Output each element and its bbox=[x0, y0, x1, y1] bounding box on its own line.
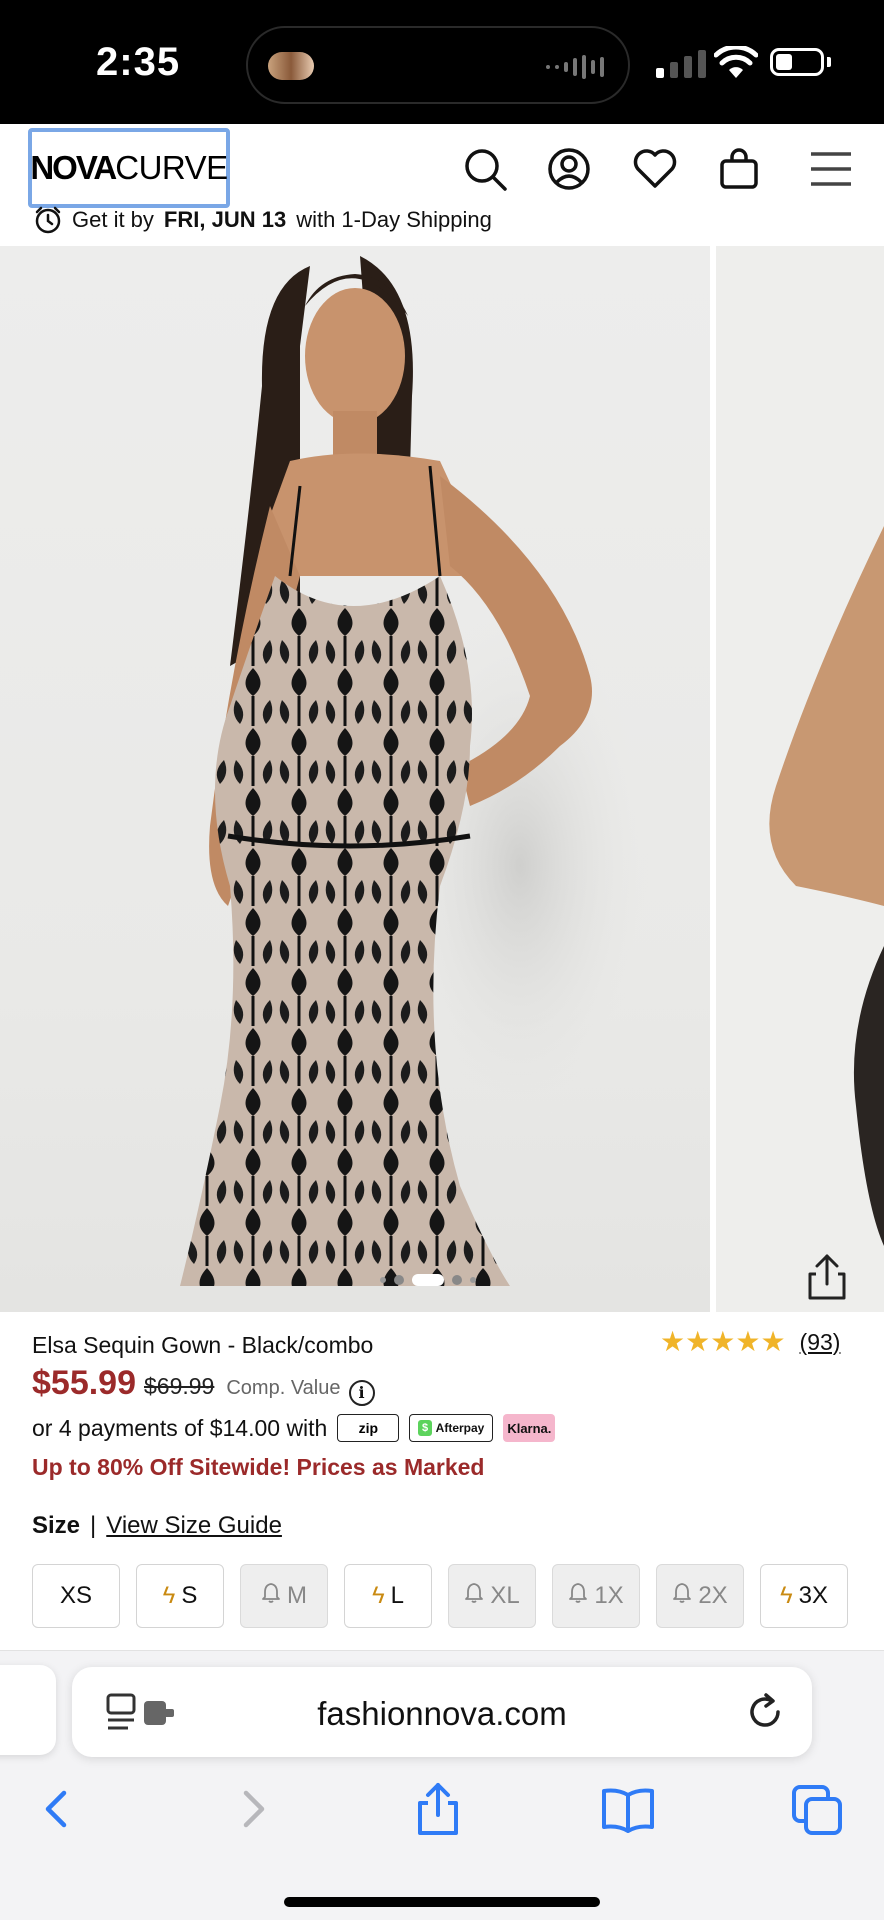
review-count-link[interactable]: (93) bbox=[800, 1329, 841, 1356]
lightning-bolt-icon: ϟ bbox=[371, 1582, 385, 1609]
reload-icon[interactable] bbox=[744, 1691, 786, 1733]
bookmarks-icon[interactable] bbox=[598, 1779, 658, 1839]
search-icon[interactable] bbox=[462, 146, 508, 192]
afterpay-badge-text: Afterpay bbox=[435, 1421, 485, 1435]
size-option-label: S bbox=[181, 1582, 198, 1609]
size-option-label: L bbox=[390, 1582, 405, 1609]
star-icon: ★ bbox=[685, 1326, 711, 1357]
size-option-2x[interactable]: 2X bbox=[656, 1564, 744, 1628]
afterpay-logo-icon: $ bbox=[418, 1420, 432, 1436]
shipping-estimate: Get it by FRI, JUN 13 with 1-Day Shippin… bbox=[34, 206, 492, 234]
size-option-label: 2X bbox=[698, 1582, 728, 1609]
size-label: Size bbox=[32, 1512, 81, 1539]
size-option-xl[interactable]: XL bbox=[448, 1564, 536, 1628]
zip-pay-badge[interactable]: zip bbox=[337, 1414, 400, 1442]
lightning-bolt-icon: ϟ bbox=[162, 1582, 176, 1609]
klarna-badge[interactable]: Klarna. bbox=[503, 1414, 556, 1442]
klarna-badge-text: Klarna. bbox=[507, 1420, 552, 1436]
star-icon: ★ bbox=[760, 1326, 786, 1357]
logo-curve-text: CURVE bbox=[115, 149, 228, 186]
wifi-icon bbox=[714, 46, 758, 78]
cellular-signal-icon bbox=[656, 48, 706, 78]
shipping-suffix: with 1-Day Shipping bbox=[296, 207, 492, 232]
promo-banner: Up to 80% Off Sitewide! Prices as Marked bbox=[32, 1454, 485, 1480]
account-icon[interactable] bbox=[546, 146, 592, 192]
battery-cap bbox=[827, 57, 831, 67]
notify-bell-icon bbox=[261, 1582, 281, 1610]
pagination-dot[interactable] bbox=[470, 1277, 476, 1283]
share-icon[interactable] bbox=[800, 1250, 854, 1304]
size-option-label: 3X bbox=[798, 1582, 829, 1609]
size-option-label: XS bbox=[59, 1582, 92, 1609]
size-option-label: XL bbox=[490, 1582, 520, 1609]
tabs-icon[interactable] bbox=[788, 1779, 848, 1839]
installment-payments: or 4 payments of $14.00 with zip $ After… bbox=[32, 1414, 556, 1442]
now-playing-artwork-icon bbox=[268, 52, 314, 80]
url-text[interactable]: fashionnova.com bbox=[72, 1695, 812, 1733]
forward-icon[interactable] bbox=[222, 1779, 282, 1839]
star-icon: ★ bbox=[660, 1326, 686, 1357]
size-selector: XS ϟ S Mϟ L XL 1X 2X ϟ 3X bbox=[32, 1564, 848, 1628]
home-indicator[interactable] bbox=[284, 1897, 600, 1907]
address-bar[interactable]: fashionnova.com bbox=[72, 1667, 812, 1757]
product-rating[interactable]: ★★★★★ (93) bbox=[660, 1328, 840, 1356]
pagination-dot[interactable] bbox=[452, 1275, 462, 1285]
pagination-dot[interactable] bbox=[380, 1277, 386, 1283]
size-option-m[interactable]: M bbox=[240, 1564, 328, 1628]
pagination-dot[interactable] bbox=[394, 1275, 404, 1285]
next-slide-model-image bbox=[769, 526, 884, 1246]
site-header: NOVA CURVE Get it by FRI, JUN 13 with 1-D… bbox=[0, 124, 884, 244]
model-in-sequin-gown-image bbox=[180, 256, 650, 1286]
size-option-l[interactable]: ϟL bbox=[344, 1564, 432, 1628]
previous-tab-peek[interactable] bbox=[0, 1665, 56, 1755]
size-separator: | bbox=[90, 1512, 97, 1539]
audio-waveform-icon bbox=[546, 55, 604, 79]
shipping-date: FRI, JUN 13 bbox=[163, 207, 287, 232]
notify-bell-icon bbox=[672, 1582, 692, 1610]
size-option-s[interactable]: ϟS bbox=[136, 1564, 224, 1628]
sale-price: $55.99 bbox=[32, 1364, 136, 1402]
logo-nova-text: NOVA bbox=[30, 149, 117, 186]
product-image-main[interactable] bbox=[0, 246, 710, 1312]
size-option-xs[interactable]: XS bbox=[32, 1564, 120, 1628]
size-option-1x[interactable]: 1X bbox=[552, 1564, 640, 1628]
product-image-gallery[interactable] bbox=[0, 246, 884, 1312]
notify-bell-icon bbox=[464, 1582, 484, 1610]
back-icon[interactable] bbox=[28, 1779, 88, 1839]
view-size-guide-link[interactable]: View Size Guide bbox=[106, 1512, 282, 1540]
battery-icon bbox=[770, 48, 824, 76]
size-option-label: M bbox=[287, 1582, 307, 1609]
original-price: $69.99 bbox=[144, 1373, 215, 1399]
installments-text: or 4 payments of $14.00 with bbox=[32, 1414, 328, 1441]
novacurve-logo[interactable]: NOVA CURVE bbox=[28, 128, 230, 208]
status-bar: 2:35 bbox=[0, 0, 884, 124]
star-icon: ★ bbox=[710, 1326, 736, 1357]
browser-nav-row bbox=[0, 1779, 884, 1849]
dynamic-island[interactable] bbox=[246, 26, 630, 104]
comp-value-label: Comp. Value bbox=[226, 1377, 341, 1399]
alarm-clock-icon bbox=[35, 206, 61, 234]
size-option-3x[interactable]: ϟ 3X bbox=[760, 1564, 848, 1628]
size-header: Size | View Size Guide bbox=[32, 1512, 282, 1540]
star-icon: ★ bbox=[735, 1326, 761, 1357]
pagination-dot-active[interactable] bbox=[412, 1274, 444, 1286]
status-time: 2:35 bbox=[96, 40, 181, 84]
gallery-pagination-dots[interactable] bbox=[380, 1274, 476, 1286]
product-image-next[interactable] bbox=[716, 246, 884, 1312]
share-sheet-icon[interactable] bbox=[408, 1779, 468, 1839]
star-rating-icons: ★★★★★ bbox=[660, 1328, 786, 1356]
hamburger-menu-icon[interactable] bbox=[808, 146, 854, 192]
size-option-label: 1X bbox=[594, 1582, 624, 1609]
shopping-bag-icon[interactable] bbox=[716, 146, 762, 192]
price-row: $55.99 $69.99 Comp. Value i bbox=[32, 1364, 375, 1406]
lightning-bolt-icon: ϟ bbox=[779, 1582, 793, 1609]
afterpay-badge[interactable]: $ Afterpay bbox=[409, 1414, 494, 1442]
browser-toolbar: fashionnova.com bbox=[0, 1650, 884, 1920]
info-icon[interactable]: i bbox=[348, 1379, 375, 1406]
wishlist-heart-icon[interactable] bbox=[632, 146, 678, 192]
notify-bell-icon bbox=[568, 1582, 588, 1610]
shipping-prefix: Get it by bbox=[72, 207, 154, 232]
zip-badge-text: zip bbox=[358, 1420, 379, 1436]
product-title: Elsa Sequin Gown - Black/combo bbox=[32, 1332, 374, 1358]
